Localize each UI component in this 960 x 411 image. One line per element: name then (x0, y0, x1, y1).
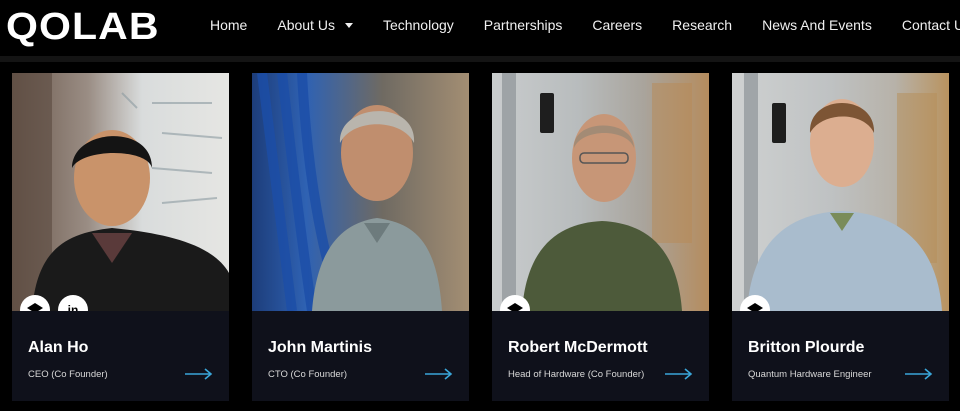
person-photo (744, 73, 942, 311)
nav-news-and-events[interactable]: News And Events (762, 17, 872, 33)
team-card-info: John Martinis CTO (Co Founder) (252, 311, 469, 401)
team-member-role: Quantum Hardware Engineer (748, 369, 872, 380)
nav-contact-us[interactable]: Contact Us (902, 17, 960, 33)
team-cards: in Alan Ho CEO (Co Founder) John Martini… (12, 73, 949, 401)
team-member-name: John Martinis (268, 339, 373, 356)
team-member-name: Robert McDermott (508, 339, 648, 356)
person-photo (502, 73, 692, 311)
arrow-right-icon[interactable] (425, 368, 453, 380)
person-photo (257, 73, 442, 311)
nav-research[interactable]: Research (672, 17, 732, 33)
site-header: QOLAB Home About Us Technology Partnersh… (0, 0, 960, 62)
qolab-logo[interactable]: QOLAB (6, 6, 160, 49)
arrow-right-icon[interactable] (665, 368, 693, 380)
chevron-down-icon (344, 22, 353, 28)
team-member-role: Head of Hardware (Co Founder) (508, 369, 645, 380)
team-card-info: Alan Ho CEO (Co Founder) (12, 311, 229, 401)
team-card-britton-plourde[interactable]: Britton Plourde Quantum Hardware Enginee… (732, 73, 949, 401)
nav-news-and-events-label: News And Events (762, 17, 872, 33)
nav-technology[interactable]: Technology (383, 17, 454, 33)
team-card-robert-mcdermott[interactable]: Robert McDermott Head of Hardware (Co Fo… (492, 73, 709, 401)
team-photo-john-martinis (252, 73, 469, 311)
arrow-right-icon[interactable] (185, 368, 213, 380)
team-member-name: Britton Plourde (748, 339, 865, 356)
arrow-right-icon[interactable] (905, 368, 933, 380)
team-photo-alan-ho (12, 73, 229, 311)
person-photo (12, 73, 229, 311)
team-member-name: Alan Ho (28, 339, 89, 356)
team-card-info: Robert McDermott Head of Hardware (Co Fo… (492, 311, 709, 401)
nav-home-label: Home (210, 17, 248, 33)
nav-about-us-label: About Us (277, 17, 335, 33)
nav-home[interactable]: Home (210, 17, 247, 33)
team-card-alan-ho[interactable]: in Alan Ho CEO (Co Founder) (12, 73, 229, 401)
team-member-role: CTO (Co Founder) (268, 369, 348, 380)
nav-contact-us-label: Contact Us (901, 17, 960, 33)
nav-technology-label: Technology (382, 17, 454, 33)
team-photo-britton-plourde (732, 73, 949, 311)
nav-about-us[interactable]: About Us (277, 17, 353, 33)
nav-research-label: Research (672, 17, 733, 33)
nav-partnerships-label: Partnerships (483, 17, 563, 33)
nav-careers[interactable]: Careers (592, 17, 642, 33)
main-nav: Home About Us Technology Partnerships Ca… (210, 0, 960, 50)
team-card-john-martinis[interactable]: John Martinis CTO (Co Founder) (252, 73, 469, 401)
team-card-info: Britton Plourde Quantum Hardware Enginee… (732, 311, 949, 401)
team-photo-robert-mcdermott (492, 73, 709, 311)
nav-careers-label: Careers (592, 17, 643, 33)
team-member-role: CEO (Co Founder) (28, 369, 108, 380)
nav-partnerships[interactable]: Partnerships (484, 17, 563, 33)
